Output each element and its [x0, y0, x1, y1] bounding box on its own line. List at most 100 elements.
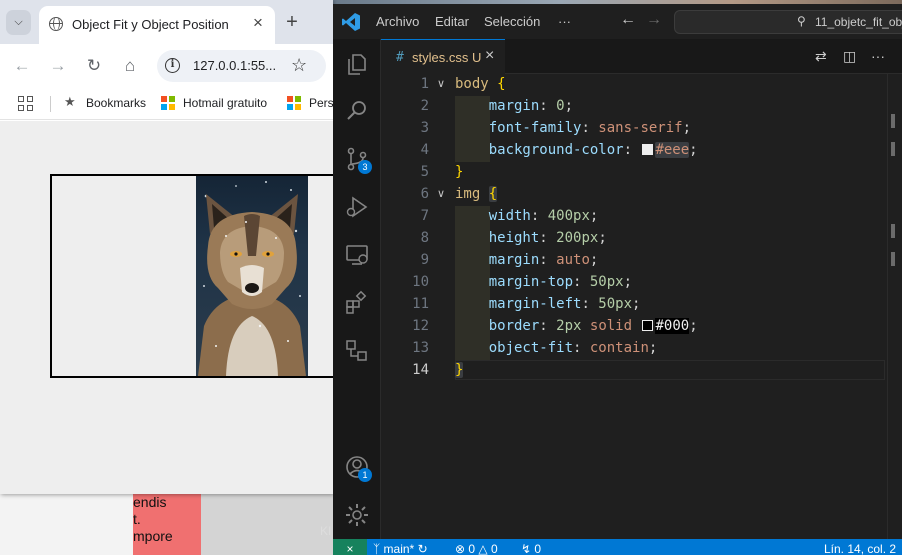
forward-icon[interactable]: → — [48, 56, 68, 76]
code-line: } — [455, 362, 464, 378]
line-number: 8 — [420, 230, 429, 246]
code-line: height: 200px; — [488, 230, 607, 246]
overview-ruler-mark — [891, 224, 895, 238]
back-icon[interactable]: ← — [12, 56, 32, 76]
gear-icon[interactable] — [344, 502, 370, 528]
bookmarks-bar: ★ Bookmarks Hotmail gratuito Perso — [0, 88, 333, 120]
explorer-icon[interactable] — [344, 51, 370, 77]
line-number: 12 — [412, 318, 429, 334]
code-line: width: 400px; — [488, 208, 599, 224]
chevron-down-icon: ⌵ — [14, 16, 23, 28]
search-icon[interactable] — [344, 98, 370, 124]
code-line: } — [455, 164, 464, 180]
code-line: margin-left: 50px; — [488, 296, 641, 312]
overview-ruler-mark — [891, 252, 895, 266]
address-bar[interactable]: i 127.0.0.1:55... ☆ — [157, 50, 326, 82]
background-text-line: t. — [133, 511, 141, 527]
editor-scrollbar[interactable] — [887, 74, 902, 539]
line-number: 11 — [412, 296, 429, 312]
code-line: background-color: #eee; — [488, 142, 698, 158]
code-line: border: 2px solid #000; — [488, 318, 698, 334]
overview-ruler-mark — [891, 114, 895, 128]
close-icon[interactable]: × — [249, 14, 267, 32]
vscode-title-bar: Archivo Editar Selección ··· ← → ⚲ 11_ob… — [333, 4, 902, 39]
line-number: 3 — [420, 120, 429, 136]
line-number: 4 — [420, 142, 429, 158]
code-line: body { — [455, 76, 506, 92]
info-icon[interactable]: i — [165, 58, 180, 73]
remote-indicator-icon[interactable]: × — [333, 539, 367, 555]
line-number: 10 — [412, 274, 429, 290]
run-debug-icon[interactable] — [344, 194, 370, 220]
menu-editar[interactable]: Editar — [435, 14, 469, 29]
reload-icon[interactable]: ↻ — [84, 56, 104, 76]
tab-styles-css[interactable]: # styles.css U × — [381, 39, 505, 75]
line-number: 5 — [420, 164, 429, 180]
problems-status[interactable]: ⊗ 0 △ 0 — [455, 542, 498, 555]
background-label: KI — [320, 524, 332, 538]
new-tab-button[interactable]: + — [282, 10, 302, 34]
line-number: 7 — [420, 208, 429, 224]
url-text[interactable]: 127.0.0.1:55... — [193, 58, 276, 73]
home-icon[interactable]: ⌂ — [120, 56, 140, 76]
browser-window: ⌵ Object Fit y Object Position × + ← → ↻… — [0, 0, 333, 494]
code-line: font-family: sans-serif; — [488, 120, 692, 136]
browser-tab-bar: ⌵ Object Fit y Object Position × + — [0, 0, 333, 44]
vscode-window: Archivo Editar Selección ··· ← → ⚲ 11_ob… — [333, 4, 902, 555]
line-number: 6 — [420, 186, 429, 202]
line-number: 2 — [420, 98, 429, 114]
code-editor[interactable]: 1 2 3 4 5 6 7 8 9 10 11 12 13 14 ∨ ∨ bod… — [381, 74, 887, 539]
menu-more[interactable]: ··· — [558, 14, 571, 29]
code-line: margin: auto; — [488, 252, 599, 268]
split-editor-icon[interactable]: ◫ — [843, 48, 856, 65]
bookmark-hotmail[interactable]: Hotmail gratuito — [183, 96, 267, 110]
remote-explorer-icon[interactable] — [344, 242, 370, 268]
ports-status[interactable]: ↯ 0 — [521, 542, 541, 555]
background-panel — [201, 494, 333, 555]
more-actions-icon[interactable]: ··· — [871, 48, 885, 64]
wolf-image — [196, 176, 308, 376]
back-arrow-icon[interactable]: ← — [620, 11, 636, 29]
tab-search-button[interactable]: ⌵ — [6, 10, 31, 35]
extensions-icon[interactable] — [344, 290, 370, 316]
command-center-search[interactable]: ⚲ 11_objetc_fit_obj — [674, 10, 902, 34]
accounts-badge: 1 — [358, 468, 372, 482]
code-line: margin-top: 50px; — [488, 274, 633, 290]
compare-changes-icon[interactable]: ⇄ — [815, 48, 827, 65]
status-bar: × ᛉ main* ↻ ⊗ 0 △ 0 ↯ 0 Lín. 14, col. 2 — [333, 539, 902, 555]
fold-chevron-icon[interactable]: ∨ — [437, 77, 445, 90]
browser-tab[interactable]: Object Fit y Object Position × — [39, 6, 275, 44]
cursor-position[interactable]: Lín. 14, col. 2 — [824, 542, 896, 555]
background-text-line: mpore — [133, 528, 173, 544]
bookmarks-divider — [50, 96, 51, 112]
browser-toolbar: ← → ↻ ⌂ i 127.0.0.1:55... ☆ — [0, 44, 333, 88]
testing-icon[interactable] — [344, 338, 370, 364]
command-center-text: 11_objetc_fit_obj — [815, 15, 902, 29]
fold-chevron-icon[interactable]: ∨ — [437, 187, 445, 200]
menu-seleccion[interactable]: Selección — [484, 14, 540, 29]
code-line: object-fit: contain; — [488, 340, 658, 356]
apps-grid-icon[interactable] — [18, 96, 33, 111]
search-icon: ⚲ — [797, 14, 806, 28]
forward-arrow-icon[interactable]: → — [646, 11, 662, 29]
overview-ruler-mark — [891, 142, 895, 156]
color-swatch[interactable] — [642, 320, 654, 331]
activity-bar: 3 1 — [333, 39, 381, 539]
star-icon[interactable]: ☆ — [291, 55, 307, 76]
editor-tabs-bar: # styles.css U × ⇄ ◫ ··· — [381, 39, 902, 75]
tab-filename: styles.css U — [412, 50, 482, 65]
microsoft-logo-icon — [161, 96, 175, 110]
line-number: 1 — [420, 76, 429, 92]
globe-icon — [49, 17, 63, 31]
current-line-highlight — [455, 360, 885, 380]
branch-status[interactable]: ᛉ main* ↻ — [373, 542, 428, 555]
close-icon[interactable]: × — [485, 47, 494, 65]
page-content — [0, 121, 333, 494]
menu-archivo[interactable]: Archivo — [376, 14, 419, 29]
color-swatch[interactable] — [642, 144, 654, 155]
background-text-line: endis — [133, 494, 167, 510]
bookmark-personal[interactable]: Perso — [309, 96, 333, 110]
bookmark-bookmarks[interactable]: Bookmarks — [86, 96, 146, 110]
css-file-icon: # — [396, 50, 404, 65]
line-number: 9 — [420, 252, 429, 268]
